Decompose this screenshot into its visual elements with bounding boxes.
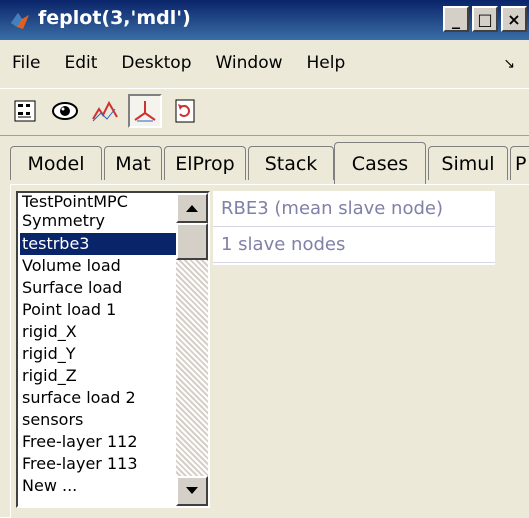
tab-elprop[interactable]: ElProp — [164, 146, 246, 180]
case-properties-table: RBE3 (mean slave node) 1 slave nodes — [213, 191, 495, 265]
list-item[interactable]: surface load 2 — [20, 387, 176, 409]
list-item[interactable]: Point load 1 — [20, 299, 176, 321]
triad-icon — [134, 101, 156, 122]
scroll-track[interactable] — [176, 223, 208, 476]
menu-bar: File Edit Desktop Window Help ↘ — [0, 42, 529, 84]
window-title: feplot(3,'mdl') — [38, 7, 191, 29]
menu-overflow-icon[interactable]: ↘ — [503, 56, 515, 72]
eye-icon — [52, 102, 78, 120]
arrow-up-icon — [186, 205, 198, 212]
list-item[interactable]: rigid_Y — [20, 343, 176, 365]
list-item[interactable]: New ... — [20, 475, 176, 497]
menu-desktop[interactable]: Desktop — [109, 53, 203, 73]
tab-simul[interactable]: Simul — [428, 146, 508, 180]
list-item[interactable]: rigid_Z — [20, 365, 176, 387]
matlab-logo-icon — [11, 13, 29, 29]
list-item[interactable]: sensors — [20, 409, 176, 431]
list-item[interactable]: Free-layer 113 — [20, 453, 176, 475]
menu-edit[interactable]: Edit — [52, 53, 109, 73]
list-item[interactable]: Surface load — [20, 277, 176, 299]
tab-mat[interactable]: Mat — [104, 146, 162, 180]
menu-window[interactable]: Window — [203, 53, 294, 73]
triad-button[interactable] — [128, 94, 162, 128]
list-item[interactable]: rigid_X — [20, 321, 176, 343]
maximize-button[interactable]: □ — [472, 6, 498, 32]
matrix-button[interactable] — [8, 94, 42, 128]
minimize-button[interactable]: _ — [443, 6, 469, 32]
refresh-icon — [175, 99, 195, 123]
close-button[interactable]: × — [501, 6, 527, 32]
refresh-button[interactable] — [168, 94, 202, 128]
view-button[interactable] — [48, 94, 82, 128]
menu-help[interactable]: Help — [295, 53, 358, 73]
scroll-down-button[interactable] — [176, 476, 208, 506]
toolbar — [0, 88, 529, 136]
tab-model[interactable]: Model — [10, 146, 102, 180]
scroll-thumb[interactable] — [176, 223, 208, 260]
menu-file[interactable]: File — [0, 53, 52, 73]
list-scrollbar[interactable] — [176, 193, 208, 506]
title-bar[interactable]: feplot(3,'mdl') _ □ × — [0, 0, 529, 40]
tab-bar: Model Mat ElProp Stack Cases Simul P — [0, 142, 529, 184]
list-item-selected[interactable]: testrbe3 — [20, 233, 176, 255]
mode-shape-icon — [92, 100, 118, 122]
list-item[interactable]: TestPointMPC — [20, 193, 176, 211]
list-item[interactable]: Free-layer 112 — [20, 431, 176, 453]
mode-shape-button[interactable] — [88, 94, 122, 128]
property-row[interactable]: RBE3 (mean slave node) — [213, 191, 495, 227]
property-row[interactable]: 1 slave nodes — [213, 227, 495, 263]
tab-cases[interactable]: Cases — [334, 142, 426, 184]
tab-p[interactable]: P — [510, 146, 529, 180]
list-item[interactable]: Volume load — [20, 255, 176, 277]
feplot-window: feplot(3,'mdl') _ □ × File Edit Desktop … — [0, 0, 529, 518]
tab-stack[interactable]: Stack — [248, 146, 334, 180]
arrow-down-icon — [186, 487, 198, 494]
scroll-up-button[interactable] — [176, 193, 208, 223]
list-item[interactable]: Symmetry — [20, 211, 176, 231]
matrix-icon — [14, 100, 36, 122]
